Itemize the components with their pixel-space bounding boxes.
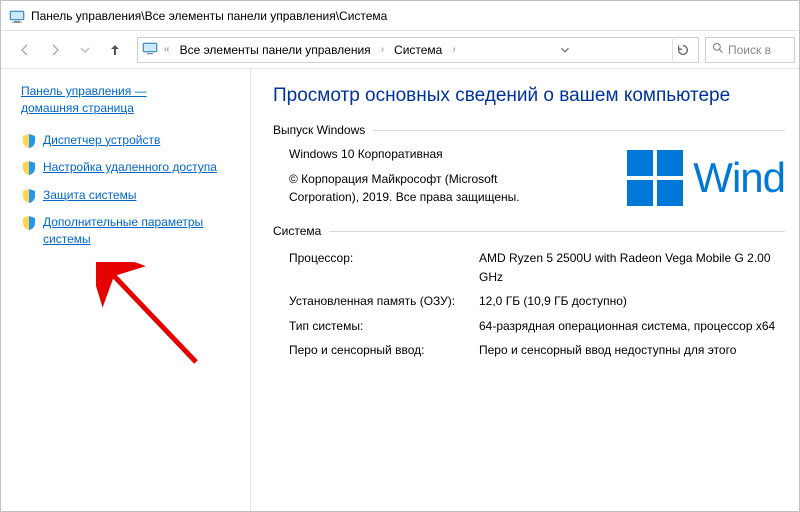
cpu-label: Процессор: [289,246,479,289]
ram-label: Установленная память (ОЗУ): [289,289,479,314]
chevron-right-icon: › [450,44,457,55]
breadcrumb-item-all[interactable]: Все элементы панели управления [176,41,375,59]
table-row: Процессор: AMD Ryzen 5 2500U with Radeon… [289,246,785,289]
windows-edition-group: Выпуск Windows Windows 10 Корпоративная … [273,123,785,210]
sidebar-item-label: Дополнительные параметры системы [43,214,238,249]
sidebar-item-device-manager[interactable]: Диспетчер устройств [21,132,238,149]
table-row: Перо и сенсорный ввод: Перо и сенсорный … [289,338,785,363]
system-info-table: Процессор: AMD Ryzen 5 2500U with Radeon… [289,246,785,363]
system-group: Система Процессор: AMD Ryzen 5 2500U wit… [273,224,785,363]
main-content: Просмотр основных сведений о вашем компь… [251,69,799,511]
forward-button[interactable] [41,36,69,64]
window-titlebar: Панель управления\Все элементы панели уп… [1,1,799,31]
sidebar-list: Диспетчер устройств Настройка удаленного… [21,132,238,249]
search-placeholder: Поиск в [728,43,771,57]
search-input[interactable]: Поиск в [705,37,795,63]
windows-logo-text: Wind [693,145,785,210]
systype-label: Тип системы: [289,314,479,339]
system-icon-small [142,40,158,59]
breadcrumb-prefix: « [162,44,172,55]
sidebar: Панель управления — домашняя страница Ди… [1,69,251,511]
recent-dropdown[interactable] [71,36,99,64]
search-icon [712,42,724,57]
windows-copyright: © Корпорация Майкрософт (Microsoft Corpo… [289,170,549,207]
content-body: Панель управления — домашняя страница Ди… [1,69,799,511]
system-icon [9,8,25,24]
nav-arrows [5,36,135,64]
window-title: Панель управления\Все элементы панели уп… [31,9,387,23]
page-title: Просмотр основных сведений о вашем компь… [273,85,785,107]
windows-logo: Wind [627,145,785,210]
shield-icon [21,133,37,149]
table-row: Тип системы: 64-разрядная операционная с… [289,314,785,339]
systype-value: 64-разрядная операционная система, проце… [479,314,785,339]
shield-icon [21,188,37,204]
sidebar-item-label: Диспетчер устройств [43,132,160,149]
windows-edition-text: Windows 10 Корпоративная © Корпорация Ма… [289,145,617,207]
shield-icon [21,215,37,231]
sidebar-item-label: Настройка удаленного доступа [43,159,217,176]
sidebar-item-system-protection[interactable]: Защита системы [21,187,238,204]
windows-logo-icon [627,150,683,206]
address-bar[interactable]: « Все элементы панели управления › Систе… [137,37,699,63]
windows-edition-name: Windows 10 Корпоративная [289,145,617,164]
sidebar-item-label: Защита системы [43,187,136,204]
sidebar-item-advanced-settings[interactable]: Дополнительные параметры системы [21,214,238,249]
refresh-button[interactable] [672,39,694,61]
table-row: Установленная память (ОЗУ): 12,0 ГБ (10,… [289,289,785,314]
control-panel-home-link[interactable]: Панель управления — домашняя страница [21,84,147,115]
group-header-windows: Выпуск Windows [273,123,785,137]
pentouch-value: Перо и сенсорный ввод недоступны для это… [479,338,785,363]
cpu-value: AMD Ryzen 5 2500U with Radeon Vega Mobil… [479,246,785,289]
breadcrumb-item-system[interactable]: Система [390,41,446,59]
ram-value: 12,0 ГБ (10,9 ГБ доступно) [479,289,785,314]
up-button[interactable] [101,36,129,64]
refresh-dropdown[interactable] [554,39,576,61]
back-button[interactable] [11,36,39,64]
group-header-system: Система [273,224,785,238]
sidebar-item-remote-settings[interactable]: Настройка удаленного доступа [21,159,238,176]
chevron-right-icon: › [379,44,386,55]
nav-bar: « Все элементы панели управления › Систе… [1,31,799,69]
pentouch-label: Перо и сенсорный ввод: [289,338,479,363]
shield-icon [21,160,37,176]
